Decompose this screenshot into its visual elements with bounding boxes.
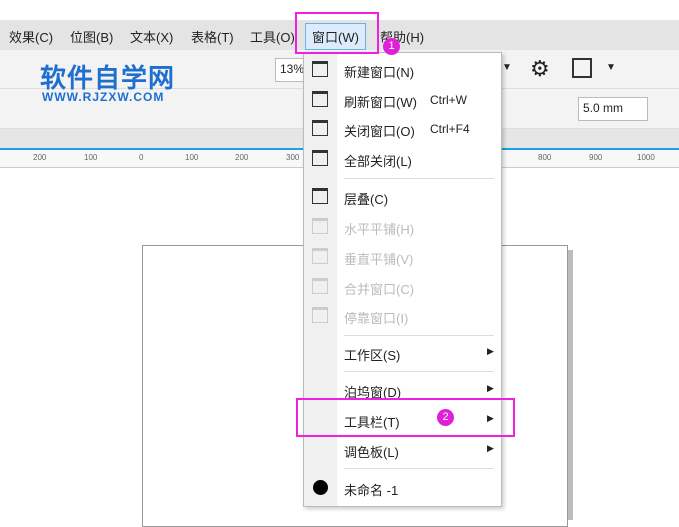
ruler-label: 100 [84,153,98,162]
menu-item-tile-horizontal: 水平平铺(H) [304,213,501,241]
ruler-label: 200 [235,153,249,162]
menu-tools[interactable]: 工具(O) [250,27,295,46]
menu-item-tile-vertical: 垂直平铺(V) [304,243,501,271]
submenu-arrow-icon: ▶ [487,443,494,453]
menu-item-workspace[interactable]: 工作区(S) ▶ [304,339,501,367]
step-badge: 1 [383,38,400,55]
ruler-label: 0 [139,153,144,162]
menu-effects[interactable]: 效果(C) [9,27,53,46]
highlight-box-window-menu [295,12,379,54]
new-window-icon [312,61,328,77]
ruler-label: 800 [538,153,552,162]
zoom-level-field[interactable]: 13% [275,58,305,82]
dropdown-arrow-icon[interactable]: ▼ [606,62,616,73]
watermark-url: WWW.RJZXW.COM [42,90,165,104]
step-badge: 2 [437,409,454,426]
menu-item-refresh-window[interactable]: 刷新窗口(W) Ctrl+W [304,86,501,114]
menu-item-combine: 合并窗口(C) [304,273,501,301]
dock-icon [312,307,328,323]
active-document-bullet-icon [313,480,328,495]
ruler-label: 1000 [637,153,655,162]
menu-item-cascade[interactable]: 层叠(C) [304,183,501,211]
menu-item-dock: 停靠窗口(I) [304,302,501,330]
menu-table[interactable]: 表格(T) [191,27,234,46]
highlight-box-toolbars [296,398,515,437]
window-layout-icon[interactable] [572,58,592,78]
submenu-arrow-icon: ▶ [487,346,494,356]
menu-item-close-window[interactable]: 关闭窗口(O) Ctrl+F4 [304,115,501,143]
menu-bitmap[interactable]: 位图(B) [70,27,113,46]
menu-item-close-all[interactable]: 全部关闭(L) [304,145,501,173]
ruler-label: 900 [589,153,603,162]
gear-icon[interactable]: ⚙ [530,56,550,82]
ruler-label: 200 [33,153,47,162]
menu-item-document[interactable]: 未命名 -1 [304,474,501,502]
menu-text[interactable]: 文本(X) [130,27,173,46]
refresh-window-icon [312,91,328,107]
tile-vertical-icon [312,248,328,264]
submenu-arrow-icon: ▶ [487,383,494,393]
close-all-icon [312,150,328,166]
nudge-distance-field[interactable]: 5.0 mm [578,97,648,121]
close-window-icon [312,120,328,136]
ruler-label: 300 [286,153,300,162]
menu-item-new-window[interactable]: 新建窗口(N) [304,56,501,84]
combine-icon [312,278,328,294]
tile-horizontal-icon [312,218,328,234]
ruler-label: 100 [185,153,199,162]
dropdown-arrow-icon[interactable]: ▼ [502,62,512,73]
window-menu-dropdown: 新建窗口(N) 刷新窗口(W) Ctrl+W 关闭窗口(O) Ctrl+F4 全部关… [303,52,502,507]
cascade-icon [312,188,328,204]
menu-item-palettes[interactable]: 调色板(L) ▶ [304,436,501,464]
